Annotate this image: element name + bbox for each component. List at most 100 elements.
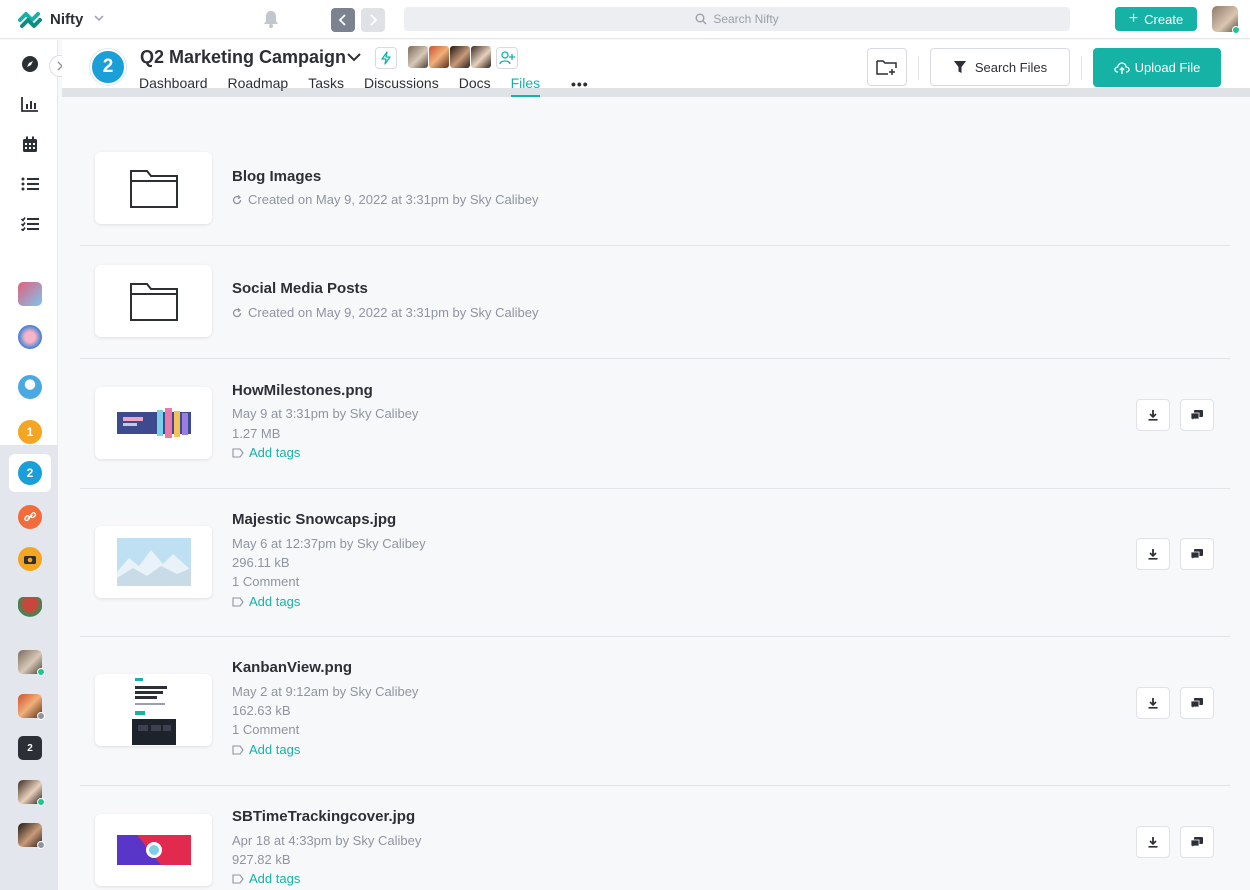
comments-button[interactable] bbox=[1180, 687, 1214, 719]
divider bbox=[1081, 56, 1082, 80]
add-tags-link[interactable]: Add tags bbox=[232, 445, 300, 460]
search-files-label: Search Files bbox=[974, 59, 1048, 75]
file-name[interactable]: SBTimeTrackingcover.jpg bbox=[232, 808, 415, 825]
project-title[interactable]: Q2 Marketing Campaign bbox=[140, 47, 346, 68]
file-thumbnail[interactable] bbox=[95, 387, 212, 459]
tabs-more-button[interactable]: ••• bbox=[571, 76, 589, 92]
forward-button[interactable] bbox=[361, 8, 385, 32]
project-camera-icon[interactable] bbox=[18, 547, 42, 571]
sidebar-item-calendar[interactable] bbox=[19, 133, 41, 155]
sidebar-app-icon[interactable] bbox=[18, 325, 42, 349]
folder-row[interactable]: Social Media Posts Created on May 9, 202… bbox=[80, 246, 1230, 359]
upload-label: Upload File bbox=[1134, 60, 1201, 75]
file-row[interactable]: SBTimeTrackingcover.jpg Apr 18 at 4:33pm… bbox=[80, 786, 1230, 890]
folder-thumbnail bbox=[95, 265, 212, 337]
tab-tasks[interactable]: Tasks bbox=[308, 75, 344, 97]
add-user-icon bbox=[499, 51, 515, 65]
sidebar-item-explore[interactable] bbox=[19, 53, 41, 75]
folder-name[interactable]: Blog Images bbox=[232, 168, 321, 185]
add-tags-link[interactable]: Add tags bbox=[232, 594, 300, 609]
tab-dashboard[interactable]: Dashboard bbox=[139, 75, 208, 97]
compass-icon bbox=[22, 56, 38, 72]
file-comment-count[interactable]: 1 Comment bbox=[232, 574, 299, 589]
camera-icon bbox=[24, 556, 36, 564]
file-thumbnail[interactable] bbox=[95, 674, 212, 746]
calendar-icon bbox=[23, 136, 37, 152]
sidebar-item-tasks[interactable] bbox=[19, 213, 41, 235]
top-bar: Nifty Search Nifty + Create bbox=[0, 0, 1250, 39]
file-size: 1.27 MB bbox=[232, 426, 281, 441]
chat-icon bbox=[1190, 549, 1203, 560]
tab-files[interactable]: Files bbox=[510, 75, 541, 97]
project-members[interactable] bbox=[408, 46, 491, 68]
folder-thumbnail bbox=[95, 152, 212, 224]
comments-button[interactable] bbox=[1180, 826, 1214, 858]
online-status-dot bbox=[1232, 26, 1240, 34]
file-thumbnail[interactable] bbox=[95, 526, 212, 598]
folder-row[interactable]: Blog Images Created on May 9, 2022 at 3:… bbox=[80, 135, 1230, 246]
download-icon bbox=[1148, 549, 1158, 560]
file-date: May 9 at 3:31pm by Sky Calibey bbox=[232, 406, 419, 421]
folder-meta: Created on May 9, 2022 at 3:31pm by Sky … bbox=[232, 192, 539, 207]
online-status-dot bbox=[37, 668, 45, 676]
bell-icon[interactable] bbox=[262, 9, 280, 29]
image-preview-icon bbox=[116, 408, 191, 438]
file-date: May 2 at 9:12am by Sky Calibey bbox=[232, 684, 419, 699]
upload-file-button[interactable]: Upload File bbox=[1093, 48, 1221, 87]
add-tags-link[interactable]: Add tags bbox=[232, 742, 300, 757]
file-row[interactable]: KanbanView.png May 2 at 9:12am by Sky Ca… bbox=[80, 637, 1230, 786]
tab-docs[interactable]: Docs bbox=[459, 75, 491, 97]
image-preview-icon bbox=[131, 675, 176, 745]
tab-discussions[interactable]: Discussions bbox=[364, 75, 439, 97]
download-button[interactable] bbox=[1136, 399, 1170, 431]
file-row[interactable]: HowMilestones.png May 9 at 3:31pm by Sky… bbox=[80, 359, 1230, 489]
download-button[interactable] bbox=[1136, 538, 1170, 570]
tag-icon bbox=[232, 873, 244, 884]
nifty-logo-icon bbox=[18, 12, 42, 28]
download-icon bbox=[1148, 698, 1158, 709]
new-folder-button[interactable] bbox=[867, 48, 907, 86]
member-avatar bbox=[471, 46, 491, 68]
online-status-dot bbox=[37, 798, 45, 806]
file-size: 927.82 kB bbox=[232, 852, 291, 867]
dm-group-badge[interactable]: 2 bbox=[18, 736, 42, 760]
project-tabs: Dashboard Roadmap Tasks Discussions Docs… bbox=[139, 75, 560, 97]
create-button[interactable]: + Create bbox=[1115, 7, 1197, 31]
project-link-icon[interactable] bbox=[18, 505, 42, 529]
bolt-icon bbox=[381, 51, 391, 65]
download-button[interactable] bbox=[1136, 826, 1170, 858]
chevron-down-icon[interactable] bbox=[94, 11, 104, 25]
chevron-down-icon[interactable] bbox=[346, 51, 362, 63]
file-name[interactable]: HowMilestones.png bbox=[232, 382, 373, 399]
image-preview-icon bbox=[116, 538, 191, 586]
comments-button[interactable] bbox=[1180, 538, 1214, 570]
add-tags-link[interactable]: Add tags bbox=[232, 871, 300, 886]
automation-button[interactable] bbox=[375, 47, 397, 69]
global-search-input[interactable]: Search Nifty bbox=[404, 7, 1070, 31]
download-button[interactable] bbox=[1136, 687, 1170, 719]
file-row[interactable]: Majestic Snowcaps.jpg May 6 at 12:37pm b… bbox=[80, 489, 1230, 637]
tab-roadmap[interactable]: Roadmap bbox=[228, 75, 289, 97]
search-files-button[interactable]: Search Files bbox=[930, 48, 1070, 86]
sidebar-item-reports[interactable] bbox=[19, 93, 41, 115]
brand[interactable]: Nifty bbox=[18, 8, 83, 30]
back-button[interactable] bbox=[331, 8, 355, 32]
comments-button[interactable] bbox=[1180, 399, 1214, 431]
chat-icon bbox=[1190, 698, 1203, 709]
sidebar-portfolio-icon[interactable] bbox=[18, 282, 42, 306]
refresh-icon bbox=[232, 307, 242, 317]
sidebar-team-icon[interactable] bbox=[18, 375, 42, 399]
file-thumbnail[interactable] bbox=[95, 814, 212, 886]
add-member-button[interactable] bbox=[496, 47, 518, 69]
file-name[interactable]: Majestic Snowcaps.jpg bbox=[232, 511, 396, 528]
sidebar-item-list[interactable] bbox=[19, 173, 41, 195]
project-badge-1[interactable]: 1 bbox=[18, 420, 42, 444]
project-map-icon[interactable] bbox=[18, 597, 42, 621]
file-name[interactable]: KanbanView.png bbox=[232, 659, 352, 676]
project-badge-2[interactable]: 2 bbox=[18, 461, 42, 485]
list-icon bbox=[21, 177, 39, 191]
chevron-left-icon bbox=[338, 14, 346, 26]
offline-status-dot bbox=[37, 841, 45, 849]
folder-name[interactable]: Social Media Posts bbox=[232, 280, 368, 297]
file-comment-count[interactable]: 1 Comment bbox=[232, 722, 299, 737]
